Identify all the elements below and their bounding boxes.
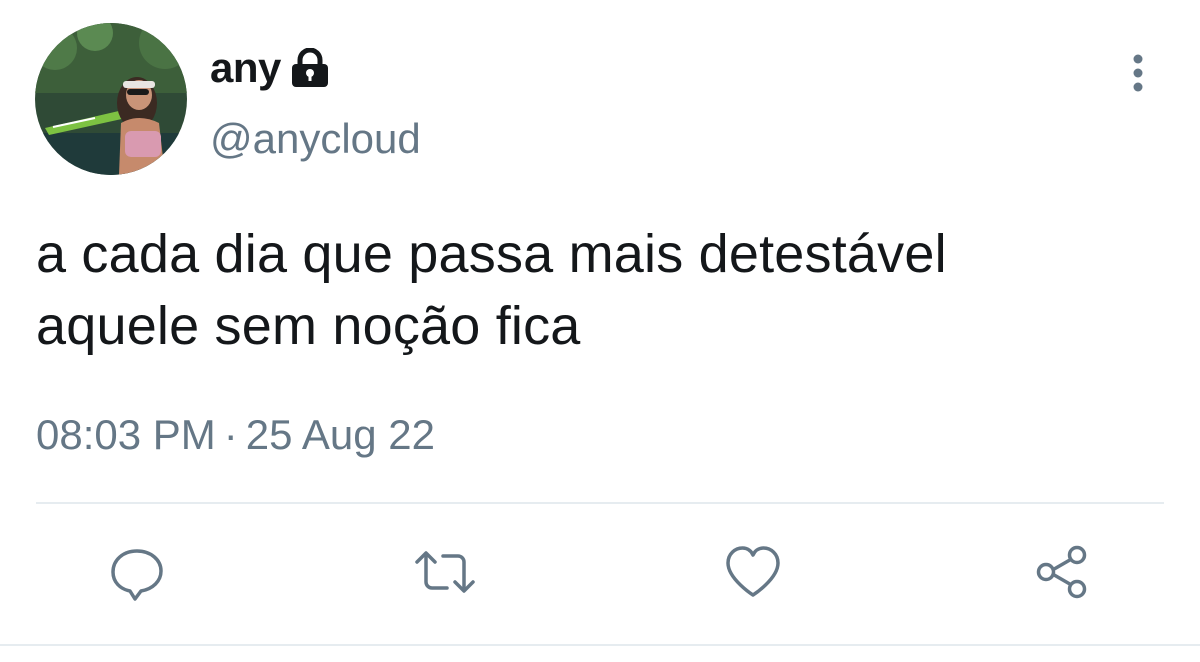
- divider: [36, 502, 1164, 504]
- display-name[interactable]: any: [210, 47, 281, 89]
- separator-dot: ·: [223, 411, 238, 458]
- share-icon: [1036, 545, 1087, 599]
- tweet-card: any @anycloud a cada dia que passa mais …: [0, 0, 1200, 662]
- retweet-button[interactable]: [413, 540, 477, 604]
- user-handle[interactable]: @anycloud: [210, 114, 421, 164]
- reply-icon: [111, 549, 163, 601]
- tweet-text: a cada dia que passa mais detestável aqu…: [36, 218, 1176, 362]
- share-button[interactable]: [1030, 540, 1094, 604]
- more-options-button[interactable]: [1118, 48, 1158, 98]
- bottom-divider: [0, 644, 1200, 646]
- tweet-date: 25 Aug 22: [245, 411, 435, 458]
- heart-icon: [726, 546, 780, 597]
- name-row: any: [210, 40, 331, 96]
- tweet-text-line: a cada dia que passa mais detestável: [36, 224, 947, 284]
- reply-button[interactable]: [105, 540, 169, 604]
- more-vertical-icon: [1133, 54, 1143, 92]
- avatar[interactable]: [35, 23, 187, 175]
- lock-icon: [289, 47, 331, 93]
- tweet-time: 08:03 PM: [36, 411, 216, 458]
- avatar-image: [35, 23, 187, 175]
- tweet-text-line: aquele sem noção fica: [36, 296, 581, 356]
- like-button[interactable]: [721, 540, 785, 604]
- retweet-icon: [415, 551, 475, 593]
- timestamp[interactable]: 08:03 PM · 25 Aug 22: [36, 410, 435, 460]
